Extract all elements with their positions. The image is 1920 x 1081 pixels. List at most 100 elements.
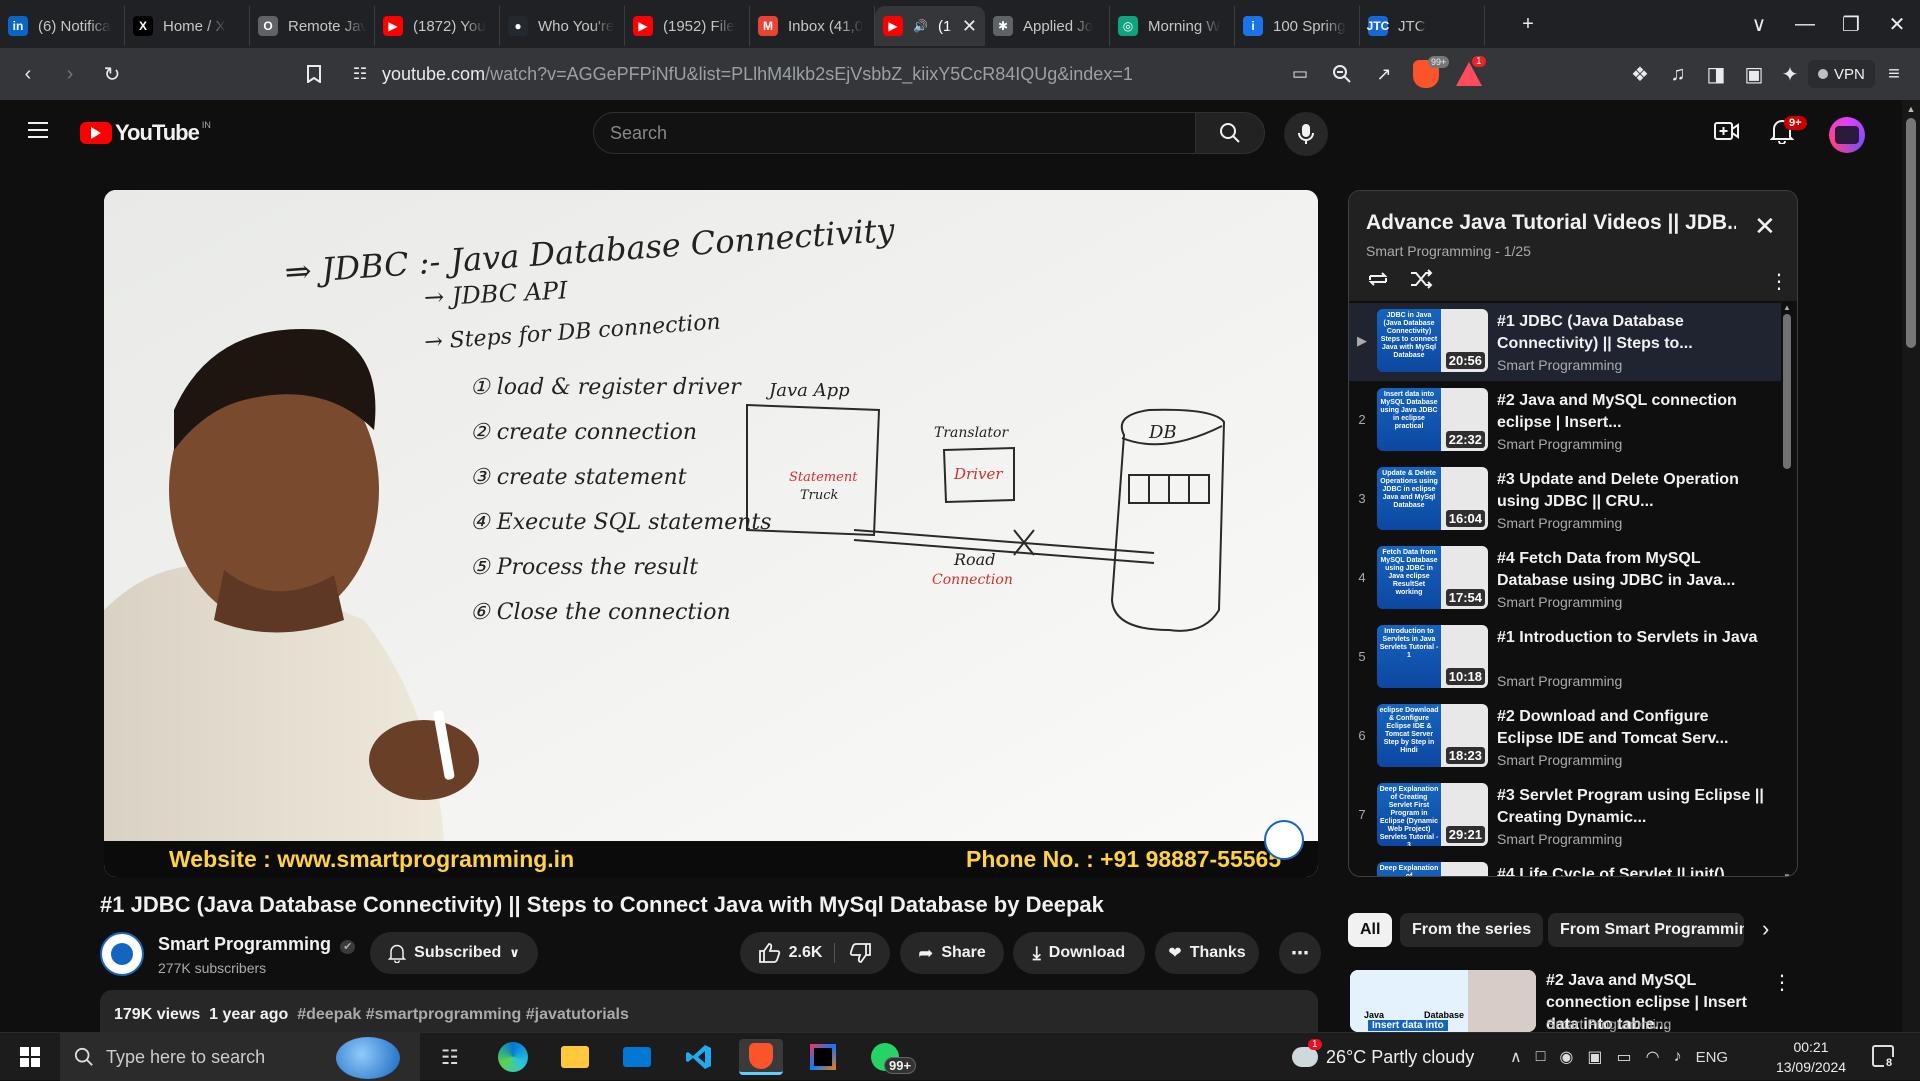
like-count: 2.6K — [788, 944, 823, 961]
file-explorer-icon[interactable] — [553, 1039, 597, 1075]
playlist-item[interactable]: Deep Explanation of #4 Life Cycle of Serv… — [1349, 856, 1781, 876]
recommended-video[interactable]: Java Database Insert data into #2 Java a… — [1348, 970, 1788, 1032]
browser-tab[interactable]: i 100 Spring — [1235, 6, 1360, 46]
battery-icon[interactable]: ▭ — [1616, 1047, 1631, 1067]
playlist-item-title: #3 Servlet Program using Eclipse || Crea… — [1497, 787, 1764, 826]
media-icon[interactable]: ♫ — [1660, 56, 1696, 92]
playlist-scrollbar[interactable]: ▲ ▼ — [1781, 303, 1793, 876]
browser-tab[interactable]: ✱ Applied Jo — [985, 6, 1110, 46]
shuffle-icon[interactable] — [1409, 269, 1433, 294]
browser-tab[interactable]: in (6) Notifica — [0, 6, 125, 46]
page-scroll-up-icon[interactable]: ▲ — [1902, 104, 1920, 114]
scroll-up-icon[interactable]: ▲ — [1781, 303, 1793, 312]
playlist-item[interactable]: 4 Fetch Data from MySQL Database using JD… — [1349, 540, 1781, 618]
chips-next-icon[interactable]: › — [1762, 916, 1769, 942]
voice-search-button[interactable] — [1284, 112, 1328, 156]
channel-watermark-icon[interactable] — [1264, 820, 1304, 860]
extensions-icon[interactable]: ❖ — [1622, 56, 1658, 92]
chip-from-channel[interactable]: From Smart Programming — [1548, 913, 1744, 947]
youtube-logo[interactable]: YouTube IN — [80, 120, 211, 146]
browser-tab[interactable]: JTC JTC — [1360, 6, 1485, 46]
back-icon[interactable]: ‹ — [10, 56, 46, 92]
menu-icon[interactable]: ≡ — [1876, 56, 1912, 92]
task-view-icon[interactable]: ☷ — [428, 1039, 472, 1075]
device-icon[interactable]: □ — [1536, 1048, 1546, 1066]
playlist-title[interactable]: Advance Java Tutorial Videos || JDB... — [1366, 211, 1736, 235]
edge-icon[interactable] — [491, 1039, 535, 1075]
close-tab-icon[interactable]: ✕ — [962, 16, 977, 37]
playlist-item[interactable]: 7 Deep Explanation of Creating Servlet Fi… — [1349, 777, 1781, 855]
brave-browser-icon[interactable] — [739, 1039, 783, 1075]
recommended-menu-icon[interactable]: ⋮ — [1772, 970, 1788, 995]
show-hidden-icons[interactable]: ∧ — [1510, 1047, 1522, 1067]
volume-icon[interactable]: ♪ — [1674, 1048, 1682, 1066]
browser-tab[interactable]: ▶ 🔊 (19 ✕ — [875, 6, 985, 46]
dislike-button[interactable] — [843, 943, 872, 963]
browser-tab[interactable]: ▶ (1952) File — [625, 6, 750, 46]
scrollbar-thumb[interactable] — [1783, 314, 1791, 469]
playlist-item[interactable]: 6 eclipse Download & Configure Eclipse ID… — [1349, 698, 1781, 776]
search-button[interactable] — [1195, 112, 1265, 154]
browser-tab[interactable]: O Remote Jav — [250, 6, 375, 46]
bookmark-icon[interactable] — [296, 56, 332, 92]
browser-tab[interactable]: ◎ Morning W — [1110, 6, 1235, 46]
wallet-icon[interactable]: ▣ — [1736, 56, 1772, 92]
share-button[interactable]: ➦ Share — [900, 932, 1004, 974]
browser-tab[interactable]: M Inbox (41,0 — [750, 6, 875, 46]
share-page-icon[interactable]: ↗ — [1366, 56, 1402, 92]
vpn-button[interactable]: VPN — [1808, 60, 1875, 88]
create-button[interactable] — [1714, 120, 1740, 147]
playlist-item[interactable]: 5 Introduction to Servlets in Java Servle… — [1349, 619, 1781, 697]
zoom-icon[interactable] — [1324, 56, 1360, 92]
start-button[interactable] — [8, 1039, 52, 1075]
playlist-menu-icon[interactable]: ⋮ — [1769, 269, 1789, 294]
reload-icon[interactable]: ↻ — [94, 56, 130, 92]
sidebar-icon[interactable]: ◨ — [1698, 56, 1734, 92]
subscribed-button[interactable]: Subscribed ∨ — [370, 932, 538, 974]
download-button[interactable]: ⤓ Download — [1013, 932, 1145, 974]
close-window-icon[interactable]: ✕ — [1874, 0, 1920, 48]
like-button[interactable]: 2.6K — [758, 943, 836, 963]
forward-icon[interactable]: › — [52, 56, 88, 92]
defender-icon[interactable]: ◉ — [1559, 1047, 1573, 1067]
maximize-icon[interactable]: ❐ — [1828, 0, 1874, 48]
playlist-item[interactable]: 3 Update & Delete Operations using JDBC i… — [1349, 461, 1781, 539]
intellij-icon[interactable] — [801, 1039, 845, 1075]
playlist-item[interactable]: ▶ JDBC in Java (Java Database Connectivit… — [1349, 303, 1781, 381]
chip-from-series[interactable]: From the series — [1400, 913, 1544, 947]
thanks-button[interactable]: ❤ Thanks — [1155, 932, 1259, 974]
chip-all[interactable]: All — [1348, 913, 1393, 947]
language-indicator[interactable]: ENG — [1696, 1049, 1729, 1066]
browser-tab[interactable]: X Home / X — [125, 6, 250, 46]
channel-avatar[interactable] — [100, 932, 144, 976]
mail-icon[interactable] — [615, 1039, 659, 1075]
channel-name[interactable]: Smart Programming ✔ — [158, 934, 356, 955]
new-tab-button[interactable]: + — [1505, 0, 1551, 48]
video-player[interactable]: ⇒ JDBC :- Java Database Connectivity → J… — [104, 190, 1318, 877]
page-scrollbar-thumb[interactable] — [1906, 118, 1916, 348]
loop-playlist-icon[interactable] — [1366, 269, 1390, 294]
close-playlist-icon[interactable]: ✕ — [1754, 211, 1776, 242]
clock[interactable]: 00:21 13/09/2024 — [1768, 1037, 1854, 1077]
address-field[interactable]: youtube.com/watch?v=AGGePFPiNfU&list=PLl… — [382, 48, 1133, 100]
minimize-icon[interactable]: — — [1782, 0, 1828, 48]
tab-search-icon[interactable]: ∨ — [1736, 0, 1782, 48]
wifi-icon[interactable]: ◠ — [1646, 1047, 1660, 1067]
cast-icon[interactable]: ▭ — [1282, 56, 1318, 92]
search-input[interactable] — [610, 122, 1195, 144]
account-avatar[interactable] — [1829, 117, 1865, 153]
scroll-down-icon[interactable]: ▼ — [1781, 872, 1793, 876]
browser-tab[interactable]: ▶ (1872) You — [375, 6, 500, 46]
guide-menu-icon[interactable] — [26, 120, 50, 140]
vscode-icon[interactable] — [677, 1039, 721, 1075]
taskbar-search[interactable]: Type here to search — [60, 1033, 420, 1081]
leo-ai-icon[interactable]: ✦ — [1772, 56, 1808, 92]
browser-tab[interactable]: ● Who You're — [500, 6, 625, 46]
tab-audio-icon[interactable]: 🔊 — [913, 19, 928, 33]
more-actions-button[interactable]: ⋯ — [1279, 932, 1321, 974]
site-settings-icon[interactable]: ☷ — [342, 56, 378, 92]
display-icon[interactable]: ▣ — [1587, 1047, 1602, 1067]
hashtags[interactable]: #deepak #smartprogramming #javatutorials — [297, 1006, 629, 1023]
playlist-item[interactable]: 2 Insert data into MySQL Database using J… — [1349, 382, 1781, 460]
page-scrollbar[interactable]: ▲ — [1902, 100, 1920, 1032]
